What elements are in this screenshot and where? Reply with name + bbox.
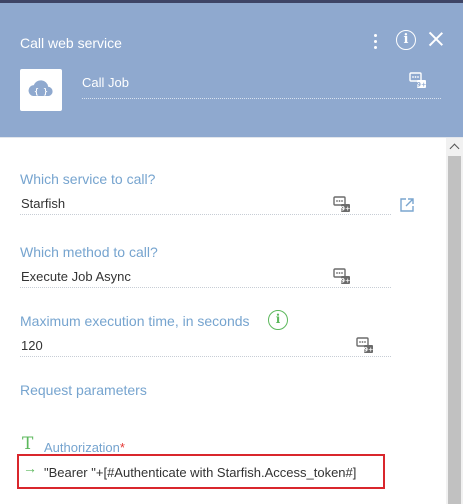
timeout-label: Maximum execution time, in seconds (20, 313, 250, 329)
cloud-api-icon: { } (20, 69, 62, 111)
parameter-icon[interactable]: 9+ (356, 336, 374, 359)
scrollbar-thumb[interactable] (448, 156, 461, 504)
authorization-label: Authorization* (44, 440, 125, 455)
method-label: Which method to call? (20, 244, 158, 260)
scroll-up-button[interactable] (446, 138, 463, 154)
required-mark: * (119, 440, 125, 455)
svg-text:9+: 9+ (341, 205, 351, 213)
svg-text:9+: 9+ (341, 277, 351, 285)
close-icon[interactable] (428, 31, 444, 47)
external-link-icon[interactable] (399, 197, 415, 218)
timeout-value[interactable]: 120 (21, 338, 43, 353)
page-title: Call web service (20, 35, 122, 51)
info-icon[interactable]: i (268, 310, 288, 330)
parameter-icon[interactable]: 9+ (333, 267, 351, 290)
job-name[interactable]: Call Job (82, 75, 129, 90)
parameter-icon[interactable]: 9+ (409, 71, 427, 94)
header-divider (0, 137, 463, 138)
parameter-icon[interactable]: 9+ (333, 195, 351, 218)
svg-text:9+: 9+ (417, 81, 427, 89)
header-panel: Call web service i { } Call Job 9+ (0, 3, 463, 137)
highlight-box (17, 454, 385, 489)
request-parameters-heading: Request parameters (20, 382, 147, 398)
more-vertical-icon[interactable] (366, 31, 386, 51)
job-name-underline (82, 98, 441, 99)
svg-text:{ }: { } (34, 87, 48, 96)
method-value[interactable]: Execute Job Async (21, 269, 131, 284)
svg-text:9+: 9+ (364, 346, 374, 354)
service-value[interactable]: Starfish (21, 196, 65, 211)
text-type-icon: T (22, 434, 34, 454)
service-label: Which service to call? (20, 171, 156, 187)
timeout-underline (20, 356, 391, 357)
info-icon[interactable]: i (396, 30, 416, 50)
authorization-label-text: Authorization (44, 440, 120, 455)
